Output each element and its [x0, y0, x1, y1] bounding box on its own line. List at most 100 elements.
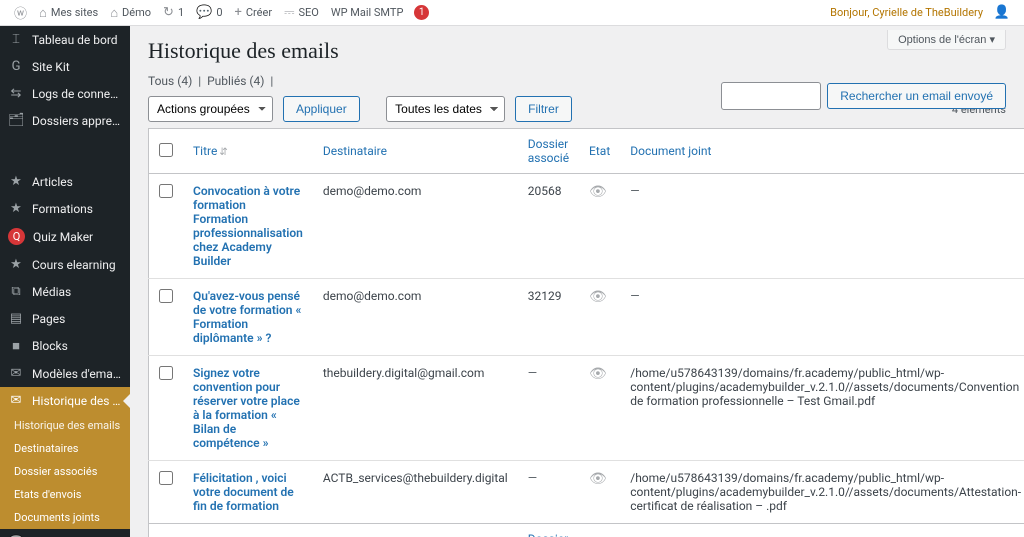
filter-button[interactable]: Filtrer [515, 96, 572, 122]
menu-icon: ✉ [8, 393, 24, 408]
current-arrow-icon [116, 394, 130, 408]
menu-label: Médias [32, 285, 122, 299]
menu-label: Dossiers apprenants [32, 114, 122, 128]
menu-label: Site Kit [32, 60, 122, 74]
sidebar-item-logs-de-connexion[interactable]: ⇆Logs de connexion [0, 80, 130, 107]
menu-icon: ★ [8, 201, 24, 216]
menu-label: Articles [32, 175, 122, 189]
sidebar-item-formations[interactable]: ★ Formations [0, 195, 130, 222]
search-input[interactable] [721, 82, 821, 110]
select-all-checkbox[interactable] [159, 143, 173, 157]
menu-icon: ⧉ [8, 284, 24, 299]
submenu-item[interactable]: Destinataires [0, 437, 130, 460]
table-row: Félicitation , voici votre document de f… [149, 461, 1024, 524]
row-title-link[interactable]: Félicitation , voici votre document de f… [193, 471, 294, 513]
row-checkbox[interactable] [159, 366, 173, 380]
row-document: /home/u578643139/domains/fr.academy/publ… [620, 461, 1024, 524]
my-sites[interactable]: ⌂Mes sites [33, 5, 104, 21]
menu-label: Modèles d'emails [32, 367, 122, 381]
row-dossier: 32129 [518, 279, 579, 356]
bulk-apply-button[interactable]: Appliquer [283, 96, 360, 122]
row-recipient: ACTB_services@thebuildery.digital [313, 461, 518, 524]
view-all[interactable]: Tous (4) [148, 74, 192, 88]
table-row: Signez votre convention pour réserver vo… [149, 356, 1024, 461]
submenu-item[interactable]: Etats d'envois [0, 483, 130, 506]
menu-label: Formations [32, 202, 122, 216]
row-document: /home/u578643139/domains/fr.academy/publ… [620, 356, 1024, 461]
submenu-item[interactable]: Dossier associés [0, 460, 130, 483]
menu-icon: Q [8, 228, 25, 245]
col-document[interactable]: Document joint [630, 144, 711, 158]
col-etat[interactable]: Etat [589, 144, 610, 158]
eye-icon: 👁 [589, 184, 607, 200]
home-icon: ⌂ [110, 5, 118, 21]
wp-mail-smtp[interactable]: WP Mail SMTP 1 [325, 5, 435, 20]
row-checkbox[interactable] [159, 184, 173, 198]
select-all-header [149, 129, 184, 174]
plus-icon: + [235, 5, 242, 20]
row-title-link[interactable]: Qu'avez-vous pensé de votre formation « … [193, 289, 301, 345]
sidebar-item-mod-les-d-emails[interactable]: ✉ Modèles d'emails [0, 360, 130, 387]
bulk-actions-select[interactable]: Actions groupées [148, 96, 273, 122]
sidebar-item-blocks[interactable]: ■ Blocks [0, 332, 130, 360]
wpmail-label: WP Mail SMTP [331, 6, 404, 19]
howdy-text: Bonjour, Cyrielle de TheBuildery [830, 6, 983, 19]
menu-label: Blocks [32, 339, 122, 353]
admin-sidebar: ⌶Tableau de bordGSite Kit⇆Logs de connex… [0, 26, 130, 537]
submenu-item[interactable]: Historique des emails [0, 414, 130, 437]
sidebar-item-historique-des-emails[interactable]: ✉ Historique des emails [0, 387, 130, 414]
row-recipient: demo@demo.com [313, 279, 518, 356]
col-recipient[interactable]: Destinataire [323, 144, 387, 158]
howdy[interactable]: Bonjour, Cyrielle de TheBuildery 👤 [824, 5, 1016, 20]
col-title[interactable]: Titre⇵ [193, 144, 228, 158]
site-name[interactable]: ⌂Démo [104, 5, 157, 21]
seo-label: SEO [298, 6, 318, 19]
sidebar-item-cours-elearning[interactable]: ★Cours elearning [0, 251, 130, 278]
row-checkbox[interactable] [159, 471, 173, 485]
sidebar-item-commentaires[interactable]: 💬Commentaires [0, 529, 130, 537]
eye-icon: 👁 [589, 471, 607, 487]
search-button[interactable]: Rechercher un email envoyé [827, 83, 1006, 109]
sidebar-item-site-kit[interactable]: GSite Kit [0, 53, 130, 80]
menu-icon: ★ [8, 174, 24, 189]
sort-icon: ⇵ [219, 147, 227, 158]
col-dossier[interactable]: Dossier associé [528, 137, 569, 165]
sidebar-item-articles[interactable]: ★ Articles [0, 168, 130, 195]
menu-icon: ✉ [8, 366, 24, 381]
sidebar-item-tableau-de-bord[interactable]: ⌶Tableau de bord [0, 26, 130, 53]
dates-filter-select[interactable]: Toutes les dates [386, 96, 505, 122]
menu-icon: ■ [8, 338, 24, 354]
menu-icon: ⇆ [8, 86, 24, 101]
col-dossier-foot[interactable]: Dossier associé [528, 532, 569, 537]
update-icon: ↻ [163, 5, 174, 20]
menu-icon: ★ [8, 257, 24, 272]
updates[interactable]: ↻1 [157, 5, 190, 20]
row-checkbox[interactable] [159, 289, 173, 303]
wp-logo[interactable]: ⓦ [8, 3, 33, 22]
view-published[interactable]: Publiés (4) [207, 74, 264, 88]
wordpress-icon: ⓦ [14, 3, 27, 22]
eye-icon: 👁 [589, 366, 607, 382]
row-dossier: — [518, 356, 579, 461]
menu-icon: ▤ [8, 311, 24, 326]
sidebar-item-quiz-maker[interactable]: Q Quiz Maker [0, 222, 130, 251]
comments[interactable]: 💬0 [190, 5, 228, 20]
table-row: Qu'avez-vous pensé de votre formation « … [149, 279, 1024, 356]
row-title-link[interactable]: Convocation à votre formation Formation … [193, 184, 303, 268]
sidebar-item-pages[interactable]: ▤ Pages [0, 305, 130, 332]
menu-label: Quiz Maker [33, 230, 122, 244]
seo[interactable]: ⎓SEO [278, 5, 325, 20]
sidebar-item-m-dias[interactable]: ⧉ Médias [0, 278, 130, 305]
row-recipient: demo@demo.com [313, 174, 518, 279]
new-content[interactable]: +Créer [229, 5, 279, 20]
sidebar-item-dossiers-apprenants[interactable]: 🗂 Dossiers apprenants [0, 107, 130, 134]
submenu-item[interactable]: Documents joints [0, 506, 130, 529]
menu-label: Historique des emails [32, 394, 122, 408]
menu-icon: 🗂 [8, 113, 24, 128]
menu-label: Pages [32, 312, 122, 326]
row-title-link[interactable]: Signez votre convention pour réserver vo… [193, 366, 300, 450]
user-icon: 👤 [994, 5, 1010, 20]
home-icon: ⌂ [39, 5, 47, 21]
screen-options-button[interactable]: Options de l'écran ▾ [887, 30, 1006, 50]
row-dossier: 20568 [518, 174, 579, 279]
